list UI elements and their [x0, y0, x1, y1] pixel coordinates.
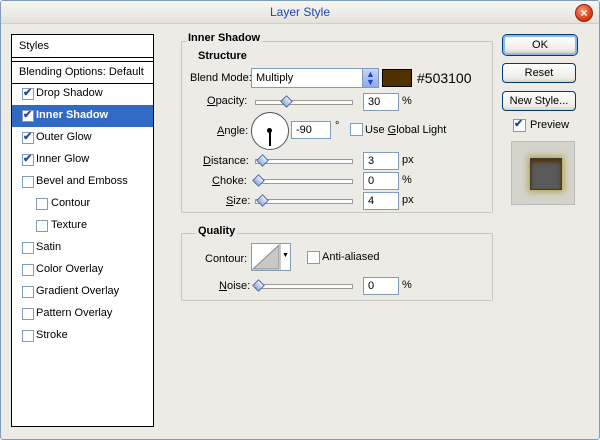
style-item-bevel-and-emboss[interactable]: Bevel and Emboss [12, 171, 153, 193]
style-checkbox[interactable] [36, 220, 48, 232]
style-checkbox[interactable] [22, 176, 34, 188]
style-item-gradient-overlay[interactable]: Gradient Overlay [12, 281, 153, 303]
style-item-inner-shadow[interactable]: ✔ Inner Shadow [12, 105, 153, 127]
contour-label: Contour: [205, 253, 248, 265]
noise-unit: % [402, 279, 412, 291]
style-item-label: Outer Glow [36, 131, 92, 143]
style-checkbox[interactable]: ✔ [22, 109, 34, 122]
style-item-label: Inner Glow [36, 153, 90, 165]
style-item-label: Satin [36, 241, 62, 253]
style-item-label: Bevel and Emboss [36, 175, 128, 187]
use-global-light-label: Use Global Light [365, 124, 447, 136]
checkmark-icon: ✔ [23, 153, 33, 165]
shadow-color-swatch[interactable] [382, 69, 412, 87]
choke-input[interactable]: 0 [363, 172, 399, 190]
structure-title: Structure [196, 50, 249, 62]
anti-aliased-checkbox[interactable] [307, 251, 320, 264]
reset-button[interactable]: Reset [502, 63, 576, 83]
noise-label: Noise: [219, 280, 251, 292]
style-item-outer-glow[interactable]: ✔ Outer Glow [12, 127, 153, 149]
style-checkbox[interactable]: ✔ [22, 131, 34, 144]
style-item-pattern-overlay[interactable]: Pattern Overlay [12, 303, 153, 325]
distance-input[interactable]: 3 [363, 152, 399, 170]
distance-slider[interactable] [255, 154, 353, 167]
noise-slider[interactable] [252, 279, 353, 292]
blending-options-item[interactable]: Blending Options: Default [12, 61, 153, 84]
style-preview-swatch [530, 158, 562, 190]
shadow-color-hex: #503100 [417, 70, 472, 86]
opacity-input[interactable]: 30 [363, 93, 399, 111]
style-checkbox[interactable] [36, 198, 48, 210]
ok-button[interactable]: OK [503, 35, 577, 55]
layer-style-dialog: Layer Style × Styles Blending Options: D… [0, 0, 600, 440]
style-item-label: Pattern Overlay [36, 307, 113, 319]
blend-mode-label: Blend Mode: [190, 72, 252, 84]
distance-unit: px [402, 154, 414, 166]
style-item-stroke[interactable]: Stroke [12, 325, 153, 347]
style-checkbox[interactable]: ✔ [22, 87, 34, 100]
quality-title: Quality [196, 225, 238, 237]
style-checkbox[interactable]: ✔ [22, 153, 34, 166]
distance-label: Distance: [203, 155, 249, 167]
style-checkbox[interactable] [22, 308, 34, 320]
checkmark-icon: ✔ [514, 118, 524, 130]
chevron-updown-icon: ▲ ▼ [362, 69, 378, 87]
window-title: Layer Style [269, 5, 331, 19]
style-item-satin[interactable]: Satin [12, 237, 153, 259]
style-checkbox[interactable] [22, 264, 34, 276]
style-item-inner-glow[interactable]: ✔ Inner Glow [12, 149, 153, 171]
close-button[interactable]: × [575, 4, 593, 22]
blend-mode-value: Multiply [256, 72, 294, 84]
checkmark-icon: ✔ [23, 131, 33, 143]
choke-label: Choke: [212, 175, 247, 187]
style-item-texture[interactable]: Texture [12, 215, 153, 237]
opacity-unit: % [402, 95, 412, 107]
style-item-color-overlay[interactable]: Color Overlay [12, 259, 153, 281]
close-icon: × [580, 6, 588, 20]
size-label: Size: [226, 195, 251, 207]
angle-input[interactable]: -90 [291, 121, 331, 139]
style-item-contour[interactable]: Contour [12, 193, 153, 215]
title-bar[interactable]: Layer Style × [1, 1, 599, 24]
noise-input[interactable]: 0 [363, 277, 399, 295]
style-item-label: Texture [51, 219, 88, 231]
anti-aliased-label: Anti-aliased [322, 251, 380, 263]
blend-mode-select[interactable]: Multiply ▲ ▼ [251, 68, 379, 88]
checkmark-icon: ✔ [23, 109, 33, 121]
contour-picker[interactable]: ▼ [251, 243, 291, 271]
style-checkbox[interactable] [22, 242, 34, 254]
chevron-down-icon: ▼ [280, 244, 290, 270]
choke-slider[interactable] [252, 174, 353, 187]
angle-label: Angle: [217, 125, 249, 137]
style-checkbox[interactable] [22, 330, 34, 342]
inner-shadow-title: Inner Shadow [186, 32, 263, 44]
style-checkbox[interactable] [22, 286, 34, 298]
new-style-button[interactable]: New Style... [502, 91, 576, 111]
preview-label: Preview [530, 119, 570, 131]
angle-dial[interactable] [251, 112, 289, 150]
style-preview-box [511, 141, 575, 205]
contour-curve-icon [252, 244, 280, 270]
preview-checkbox[interactable]: ✔ [513, 118, 526, 132]
size-input[interactable]: 4 [363, 192, 399, 210]
style-item-label: Color Overlay [36, 263, 104, 275]
opacity-label: Opacity: [207, 95, 248, 107]
styles-header[interactable]: Styles [12, 35, 153, 58]
choke-unit: % [402, 174, 412, 186]
style-item-drop-shadow[interactable]: ✔ Drop Shadow [12, 83, 153, 105]
use-global-light-checkbox[interactable] [350, 123, 363, 136]
style-item-label: Inner Shadow [36, 109, 109, 121]
style-item-label: Drop Shadow [36, 87, 103, 99]
style-item-label: Gradient Overlay [36, 285, 120, 297]
checkmark-icon: ✔ [23, 87, 33, 99]
size-slider[interactable] [255, 194, 353, 207]
style-item-label: Stroke [36, 329, 68, 341]
size-unit: px [402, 194, 414, 206]
styles-list-panel: Styles Blending Options: Default ✔ Drop S… [11, 34, 154, 427]
angle-unit: ° [335, 120, 340, 132]
opacity-slider[interactable] [255, 95, 353, 108]
style-item-label: Contour [51, 197, 91, 209]
